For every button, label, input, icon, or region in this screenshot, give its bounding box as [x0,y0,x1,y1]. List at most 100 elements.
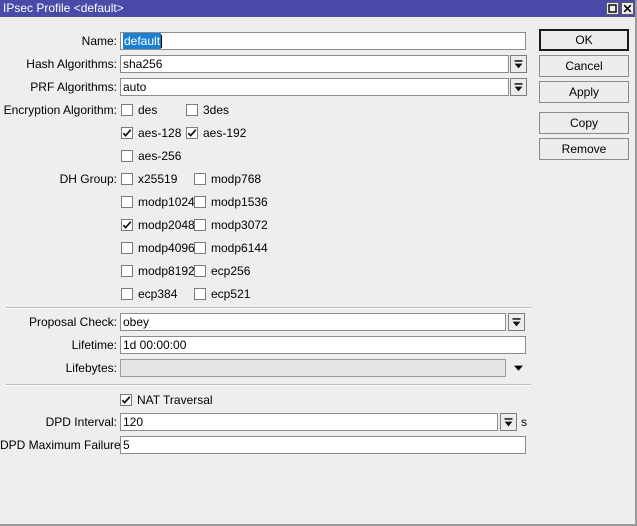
checkbox-box [121,150,133,162]
checkbox-box [194,196,206,208]
window-title: IPsec Profile <default> [3,1,124,15]
checkbox-dh-modp6144[interactable]: modp6144 [194,240,268,256]
cancel-button[interactable]: Cancel [539,55,629,77]
prf-algorithms-value: auto [123,80,147,94]
checkbox-dh-modp1536[interactable]: modp1536 [194,194,268,210]
text-caret [161,34,163,48]
checkbox-box [194,242,206,254]
dpd-interval-label: DPD Interval: [45,415,117,429]
lifetime-label: Lifetime: [71,338,117,352]
dpd-maximum-failures-label: DPD Maximum Failures: [0,438,131,452]
ipsec-profile-window: IPsec Profile <default> Name: default Ha… [0,0,637,526]
encryption-algorithm-label: Encryption Algorithm: [3,103,117,117]
checkbox-label: modp768 [211,172,262,186]
checkbox-label: aes-192 [203,126,247,140]
lifetime-value: 1d 00:00:00 [123,338,187,352]
checkbox-label: modp6144 [211,241,268,255]
checkbox-label: modp8192 [138,264,195,278]
checkbox-label: modp3072 [211,218,268,232]
checkbox-encryption-3des[interactable]: 3des [186,102,229,118]
checkbox-box [121,265,133,277]
checkbox-box [121,104,133,116]
dpd-interval-input[interactable]: 120 [120,413,498,431]
checkbox-dh-modp2048[interactable]: modp2048 [121,217,195,233]
checkbox-dh-modp768[interactable]: modp768 [194,171,261,187]
checkbox-box [121,127,133,139]
checkmark-icon [122,220,132,230]
lifebytes-dropdown-button[interactable] [511,359,525,377]
checkbox-encryption-aes-192[interactable]: aes-192 [186,125,246,141]
proposal-check-input[interactable]: obey [120,313,506,331]
checkbox-nat-traversal[interactable]: NAT Traversal [120,392,213,408]
dpd-interval-dropdown-button[interactable] [500,413,517,431]
name-input[interactable]: default [120,32,526,50]
dropdown-arrow-icon [513,59,524,70]
lifebytes-label: Lifebytes: [65,361,117,375]
proposal-check-dropdown-button[interactable] [508,313,525,331]
checkbox-label: ecp256 [211,264,251,278]
checkbox-box [121,173,133,185]
checkbox-encryption-des[interactable]: des [121,102,157,118]
checkbox-box [194,288,206,300]
checkbox-box [121,196,133,208]
checkbox-label: modp4096 [138,241,195,255]
apply-button[interactable]: Apply [539,81,629,103]
prf-algorithms-input[interactable]: auto [120,78,509,96]
checkbox-label: 3des [203,103,230,117]
prf-algorithms-label: PRF Algorithms: [30,80,117,94]
checkbox-label: modp1536 [211,195,268,209]
checkbox-box [194,219,206,231]
square-icon [608,4,617,13]
section-separator-2 [6,384,531,386]
checkbox-dh-modp8192[interactable]: modp8192 [121,263,195,279]
lifebytes-input[interactable] [120,359,506,377]
dpd-interval-unit: s [521,415,527,429]
checkbox-label: des [138,103,158,117]
name-input-value: default [123,33,162,49]
checkbox-encryption-aes-128[interactable]: aes-128 [121,125,181,141]
dpd-interval-value: 120 [123,415,144,429]
ok-button[interactable]: OK [539,29,629,51]
close-button[interactable] [621,2,634,15]
checkbox-box [186,127,198,139]
lifetime-input[interactable]: 1d 00:00:00 [120,336,526,354]
checkbox-dh-ecp256[interactable]: ecp256 [194,263,250,279]
checkbox-label: ecp521 [211,287,251,301]
dropdown-arrow-icon [511,317,522,328]
hash-algorithms-dropdown-button[interactable] [510,55,527,73]
dpd-maximum-failures-value: 5 [123,438,130,452]
dh-group-label: DH Group: [59,172,117,186]
titlebar[interactable]: IPsec Profile <default> [0,0,635,17]
hash-algorithms-value: sha256 [123,57,163,71]
checkmark-icon [121,395,131,405]
checkbox-label: NAT Traversal [137,393,213,407]
remove-button[interactable]: Remove [539,138,629,160]
hash-algorithms-input[interactable]: sha256 [120,55,509,73]
close-icon [623,4,632,13]
checkbox-dh-x25519[interactable]: x25519 [121,171,177,187]
copy-button[interactable]: Copy [539,112,629,134]
proposal-check-label: Proposal Check: [28,315,117,329]
checkmark-icon [122,128,132,138]
name-label: Name: [81,34,117,48]
checkbox-label: aes-256 [138,149,182,163]
checkbox-box [120,394,132,406]
section-separator-1 [6,307,531,309]
checkbox-box [121,219,133,231]
checkbox-dh-ecp521[interactable]: ecp521 [194,286,250,302]
checkbox-label: aes-128 [138,126,182,140]
prf-algorithms-dropdown-button[interactable] [510,78,527,96]
checkbox-label: modp2048 [138,218,195,232]
checkbox-encryption-aes-256[interactable]: aes-256 [121,148,181,164]
dpd-maximum-failures-input[interactable]: 5 [120,436,526,454]
checkbox-dh-modp3072[interactable]: modp3072 [194,217,268,233]
checkbox-box [121,242,133,254]
checkbox-dh-ecp384[interactable]: ecp384 [121,286,177,302]
checkbox-dh-modp4096[interactable]: modp4096 [121,240,195,256]
maximize-button[interactable] [606,2,619,15]
checkbox-label: modp1024 [138,195,195,209]
dropdown-arrow-icon [503,417,514,428]
checkbox-label: ecp384 [138,287,178,301]
checkbox-dh-modp1024[interactable]: modp1024 [121,194,195,210]
titlebar-button-group [606,2,634,15]
